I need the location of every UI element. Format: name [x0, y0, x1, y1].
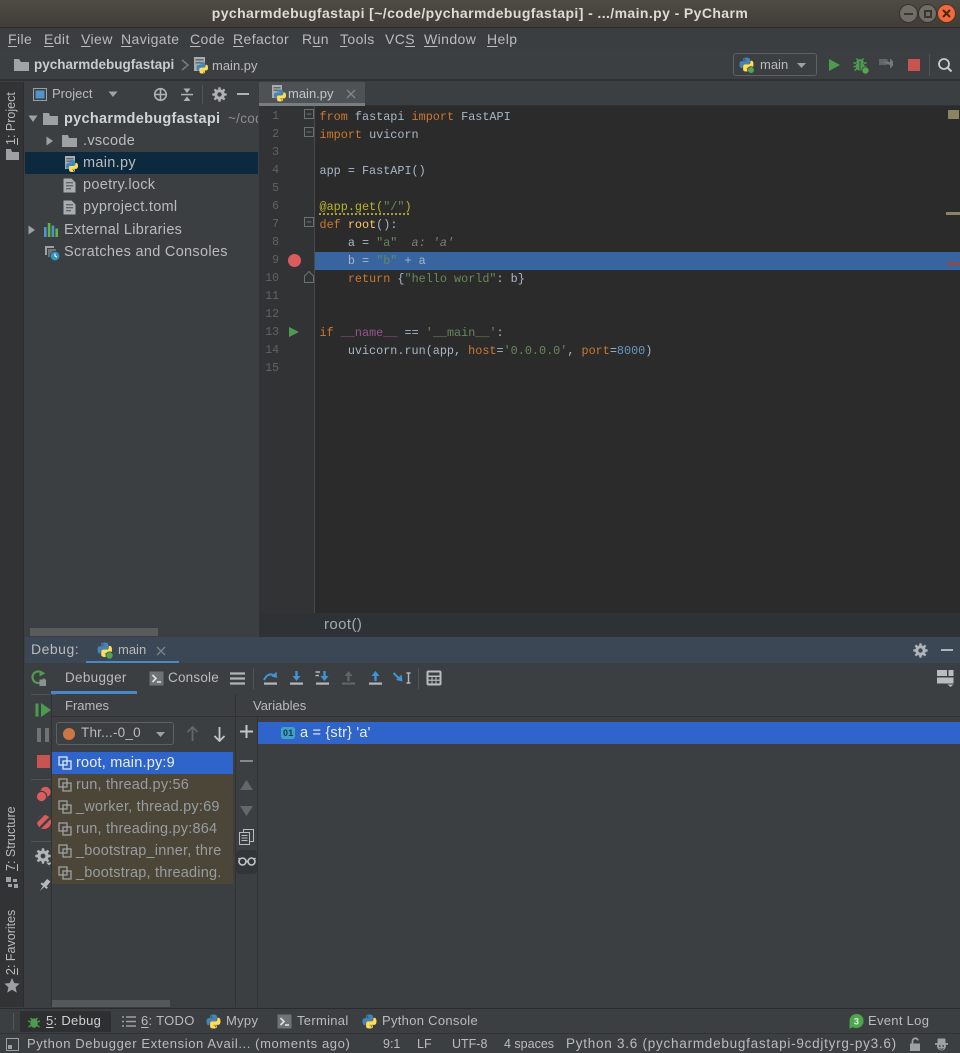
svg-text:3: 3	[854, 1017, 860, 1028]
